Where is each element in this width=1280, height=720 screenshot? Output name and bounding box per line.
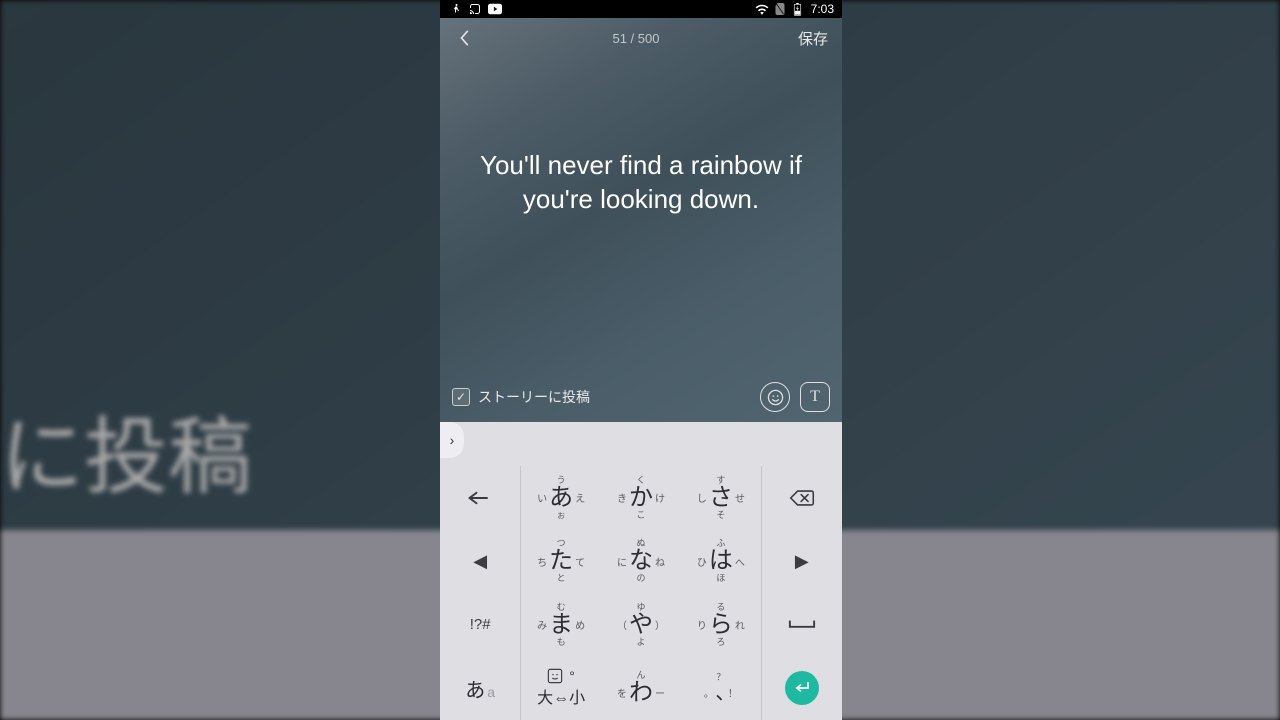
runner-icon	[448, 2, 462, 16]
key-ha[interactable]: ふ ひはへ ほ	[681, 530, 761, 594]
battery-icon	[791, 2, 805, 16]
wifi-icon	[755, 2, 769, 16]
youtube-icon	[488, 2, 502, 16]
key-sa[interactable]: す しさせ そ	[681, 466, 761, 530]
key-ta[interactable]: つ ちたて と	[520, 530, 600, 594]
emoji-button[interactable]	[760, 382, 790, 412]
backspace-key[interactable]	[762, 466, 842, 530]
undo-key[interactable]	[440, 466, 520, 530]
key-a[interactable]: う いあえ ぉ	[520, 466, 600, 530]
no-sim-icon	[773, 2, 787, 16]
keyboard-expand-tab[interactable]: ›	[440, 422, 464, 458]
key-ya[interactable]: ゆ （や） よ	[601, 593, 681, 657]
kana-size-emoji-key[interactable]: ° 大⇔小	[520, 657, 600, 720]
clock: 7:03	[811, 2, 834, 16]
symbols-key[interactable]: !?#	[440, 593, 520, 657]
cursor-right-key[interactable]: ▶	[762, 530, 842, 594]
char-counter: 51 / 500	[612, 31, 659, 46]
enter-icon	[785, 671, 819, 705]
key-ma[interactable]: む みまめ も	[520, 593, 600, 657]
input-mode-key[interactable]: あa	[440, 657, 520, 720]
story-label: ストーリーに投稿	[478, 387, 590, 407]
key-punct[interactable]: ？ 。､！	[681, 657, 761, 720]
key-ka[interactable]: く きかけ こ	[601, 466, 681, 530]
smiley-icon	[547, 668, 563, 684]
quote-text[interactable]: You'll never find a rainbow if you're lo…	[460, 148, 822, 216]
back-button[interactable]	[454, 18, 474, 58]
key-ra[interactable]: る りられ ろ	[681, 593, 761, 657]
text-style-button[interactable]: T	[800, 382, 830, 412]
save-button[interactable]: 保存	[798, 28, 828, 49]
cast-icon	[468, 2, 482, 16]
key-na[interactable]: ぬ になね の	[601, 530, 681, 594]
post-to-story-toggle[interactable]: ✓ ストーリーに投稿	[452, 387, 590, 407]
status-bar: 7:03	[440, 0, 842, 18]
key-wa[interactable]: ん をわー	[601, 657, 681, 720]
checkbox-icon: ✓	[452, 388, 470, 406]
space-key[interactable]	[762, 593, 842, 657]
editor-canvas: 51 / 500 保存 You'll never find a rainbow …	[440, 18, 842, 422]
bd-story: ✓ ストーリーに投稿	[0, 390, 252, 511]
keyboard: › う いあえ ぉ く きかけ こ す しさせ そ	[440, 422, 842, 720]
cursor-left-key[interactable]: ◀	[440, 530, 520, 594]
phone-frame: 7:03 51 / 500 保存 You'll never find a rai…	[440, 0, 842, 720]
enter-key[interactable]	[762, 657, 842, 720]
